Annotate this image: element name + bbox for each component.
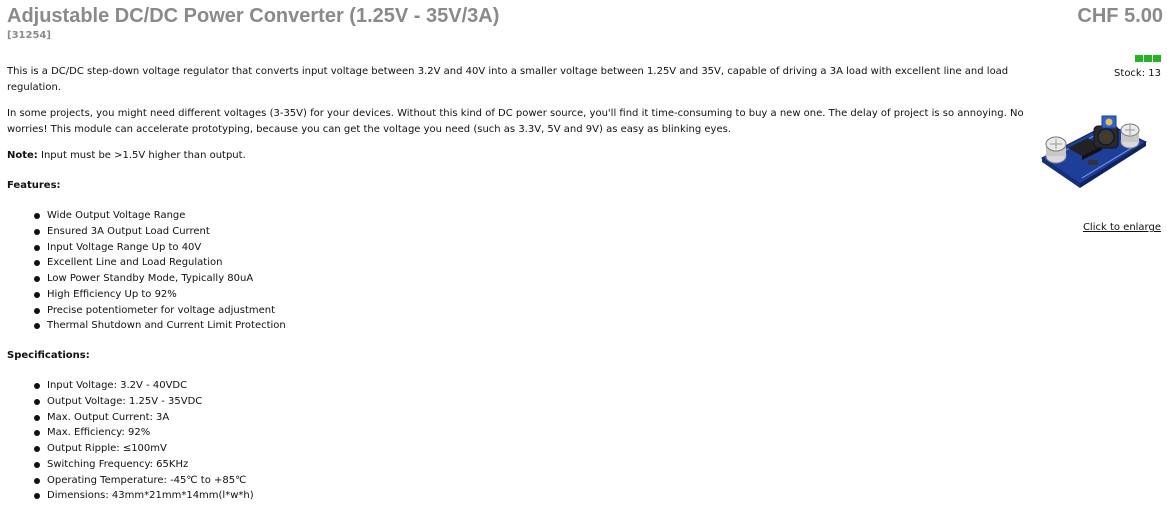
- spec-item: Input Voltage: 3.2V - 40VDC: [34, 378, 1027, 394]
- converter-module-image: [1041, 115, 1148, 188]
- feature-item: Ensured 3A Output Load Current: [34, 224, 1027, 240]
- stock-bar: [1144, 55, 1152, 62]
- specifications-heading: Specifications:: [7, 350, 90, 361]
- description-paragraph: In some projects, you might need differe…: [7, 108, 1024, 135]
- feature-item: Thermal Shutdown and Current Limit Prote…: [34, 318, 1027, 334]
- spec-item: Dimensions: 43mm*21mm*14mm(l*w*h): [34, 488, 1027, 504]
- spec-item: Output Ripple: ≤100mV: [34, 441, 1027, 457]
- feature-item: Input Voltage Range Up to 40V: [34, 240, 1027, 256]
- description-intro: This is a DC/DC step-down voltage regula…: [7, 66, 1009, 93]
- stock-count: Stock: 13: [1114, 68, 1161, 79]
- feature-item: Low Power Standby Mode, Typically 80uA: [34, 271, 1027, 287]
- product-price: CHF 5.00: [1077, 5, 1163, 27]
- spec-item: Max. Output Current: 3A: [34, 410, 1027, 426]
- spec-item: Output Voltage: 1.25V - 35VDC: [34, 394, 1027, 410]
- feature-item: Excellent Line and Load Regulation: [34, 255, 1027, 271]
- enlarge-link[interactable]: Click to enlarge: [1083, 222, 1161, 234]
- product-description: This is a DC/DC step-down voltage regula…: [7, 64, 1027, 518]
- product-sku: [31254]: [7, 30, 51, 41]
- spec-item: Operating Temperature: -45℃ to +85℃: [34, 473, 1027, 489]
- stock-bar: [1135, 55, 1143, 62]
- features-list: Wide Output Voltage Range Ensured 3A Out…: [7, 208, 1027, 334]
- product-image[interactable]: [1036, 108, 1148, 192]
- note-label: Note:: [7, 150, 38, 161]
- stock-indicator: [1135, 55, 1161, 62]
- features-heading: Features:: [7, 180, 61, 191]
- spec-item: Max. Efficiency: 92%: [34, 425, 1027, 441]
- spec-item: Switching Frequency: 65KHz: [34, 457, 1027, 473]
- feature-item: Wide Output Voltage Range: [34, 208, 1027, 224]
- feature-item: Precise potentiometer for voltage adjust…: [34, 303, 1027, 319]
- description-note: Note: Input must be >1.5V higher than ou…: [7, 148, 1027, 164]
- product-title: Adjustable DC/DC Power Converter (1.25V …: [7, 5, 500, 27]
- specifications-list: Input Voltage: 3.2V - 40VDC Output Volta…: [7, 378, 1027, 504]
- stock-bar: [1153, 55, 1161, 62]
- feature-item: High Efficiency Up to 92%: [34, 287, 1027, 303]
- note-text: Input must be >1.5V higher than output.: [37, 150, 246, 161]
